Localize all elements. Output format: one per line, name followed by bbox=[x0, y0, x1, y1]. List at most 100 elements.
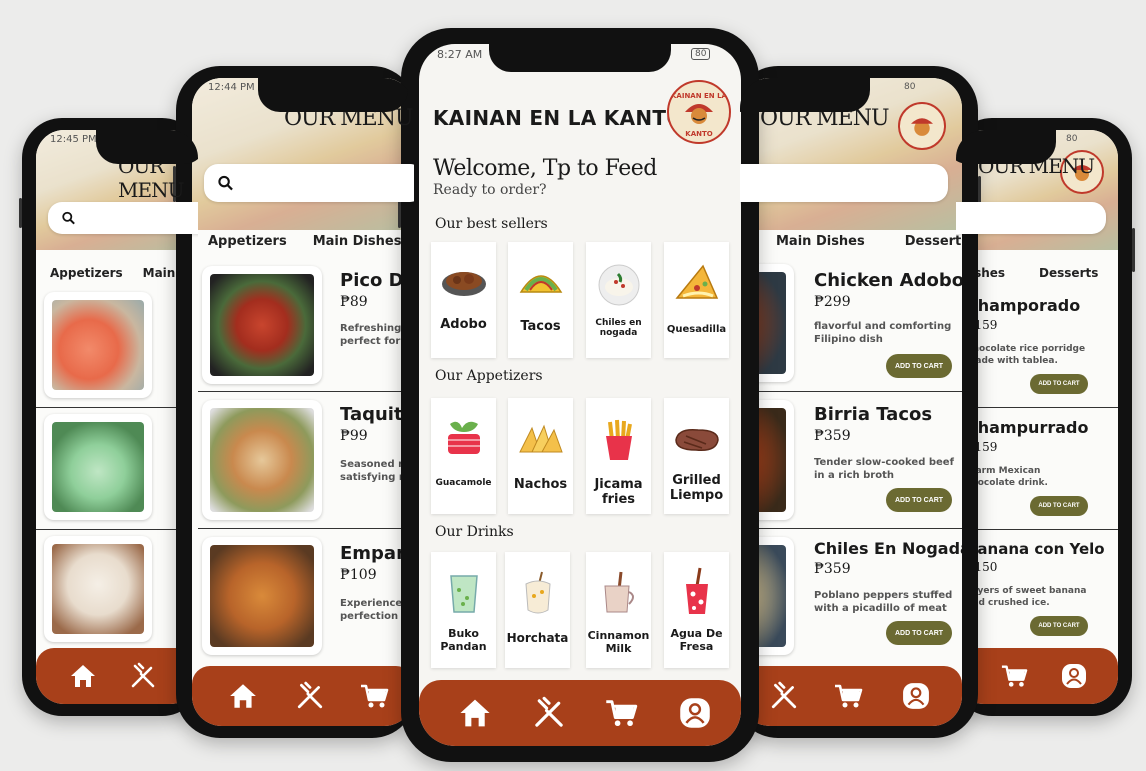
list-item[interactable]: Empanadas ₱109 Experience perfection wit… bbox=[198, 529, 414, 666]
status-time: 12:45 PM bbox=[50, 134, 97, 145]
item-description: Poblano peppers stuffed with a picadillo… bbox=[814, 590, 953, 614]
menu-card[interactable]: Guacamole bbox=[431, 398, 496, 514]
item-name: Champurrado bbox=[966, 418, 1089, 437]
card-label: Agua De Fresa bbox=[670, 627, 723, 653]
section-title: Our Appetizers bbox=[435, 368, 543, 384]
search-input[interactable] bbox=[956, 202, 1106, 234]
horchata-icon bbox=[524, 571, 551, 614]
utensils-icon[interactable] bbox=[769, 681, 799, 711]
food-photo bbox=[210, 545, 314, 647]
list-item[interactable]: Pico De Gallo ₱89 Refreshing and perfect… bbox=[198, 262, 414, 392]
add-to-cart-button[interactable]: ADD TO CART bbox=[1030, 496, 1088, 516]
menu-card[interactable]: Grilled Liempo bbox=[664, 398, 729, 514]
item-description: flavorful and comforting Filipino dish bbox=[814, 321, 952, 345]
menu-card[interactable]: Tacos bbox=[508, 242, 573, 358]
menu-card[interactable]: Jicama fries bbox=[586, 398, 651, 514]
tab-appetizers[interactable]: Appetizers bbox=[208, 234, 287, 249]
item-name: Birria Tacos bbox=[814, 404, 933, 425]
tab-main-dishes[interactable]: Main Dishes bbox=[313, 234, 402, 249]
tab-main-dishes[interactable]: Main Dishes bbox=[776, 234, 865, 249]
list-item[interactable]: Champorado ₱159 Chocolate rice porridge … bbox=[956, 286, 1118, 408]
phone-right: 80 OUR MENU Main Dishes Desserts Chicken… bbox=[734, 66, 981, 738]
item-price: ₱359 bbox=[814, 428, 851, 444]
profile-icon[interactable] bbox=[679, 697, 711, 729]
add-to-cart-button[interactable]: ADD TO CART bbox=[1030, 374, 1088, 394]
drink-photo bbox=[52, 300, 144, 390]
home-icon[interactable] bbox=[458, 697, 492, 729]
add-to-cart-button[interactable]: ADD TO CART bbox=[1030, 616, 1088, 636]
menu-card[interactable]: Quesadilla bbox=[664, 242, 729, 358]
drink-photo bbox=[52, 422, 144, 512]
quesadilla-icon bbox=[674, 264, 718, 299]
item-price: ₱109 bbox=[340, 567, 377, 583]
tab-desserts[interactable]: Desserts bbox=[1039, 266, 1098, 280]
cart-icon[interactable] bbox=[833, 682, 863, 710]
buko-pandan-icon bbox=[449, 575, 478, 613]
tab-appetizers[interactable]: Appetizers bbox=[50, 266, 123, 280]
list-item[interactable] bbox=[36, 290, 198, 408]
item-description: Tender slow-cooked beef in a rich broth bbox=[814, 457, 954, 481]
profile-icon[interactable] bbox=[902, 682, 930, 710]
menu-card[interactable]: Horchata bbox=[505, 552, 570, 668]
list-item[interactable] bbox=[36, 408, 198, 530]
cinnamon-milk-icon bbox=[603, 571, 634, 613]
tacos-icon bbox=[519, 275, 562, 293]
battery: 80 bbox=[691, 48, 711, 60]
utensils-icon[interactable] bbox=[295, 681, 325, 711]
item-description: Chocolate rice porridge made with tablea… bbox=[966, 344, 1086, 366]
card-label: Guacamole bbox=[435, 478, 492, 488]
list-item[interactable]: Chiles En Nogada ₱359 Poblano peppers st… bbox=[740, 529, 962, 666]
search-input[interactable] bbox=[204, 164, 414, 202]
menu-card[interactable]: Nachos bbox=[508, 398, 573, 514]
menu-card[interactable]: Adobo bbox=[431, 242, 496, 358]
menu-card[interactable]: Buko Pandan bbox=[431, 552, 496, 668]
card-label: Buko Pandan bbox=[440, 627, 487, 653]
agua-de-fresa-icon bbox=[685, 567, 708, 614]
cart-icon[interactable] bbox=[359, 682, 389, 710]
add-to-cart-button[interactable]: ADD TO CART bbox=[886, 488, 952, 512]
food-photo bbox=[210, 408, 314, 512]
phone-center: 8:27 AM 80 KAINAN EN LA KANTO KAINAN EN … bbox=[398, 28, 759, 762]
list-item[interactable] bbox=[36, 530, 198, 650]
menu-card[interactable]: Agua De Fresa bbox=[664, 552, 729, 668]
phone-far-left: 12:45 PM OUR MENU Appetizers Main Dishes bbox=[19, 118, 202, 716]
list-item[interactable]: Taquitos ₱99 Seasoned meat in a satisfyi… bbox=[198, 392, 414, 529]
item-name: Chicken Adobo bbox=[814, 270, 962, 291]
phone-far-right: 80 OUR MENU Dishes Desserts Champorado ₱… bbox=[952, 118, 1135, 716]
card-label: Horchata bbox=[506, 631, 569, 645]
utensils-icon[interactable] bbox=[532, 696, 566, 730]
card-label: Adobo bbox=[440, 317, 487, 332]
item-price: ₱299 bbox=[814, 294, 851, 310]
profile-icon[interactable] bbox=[1061, 663, 1087, 689]
chiles-icon bbox=[598, 264, 639, 306]
logo-text-top: KAINAN EN LA bbox=[671, 92, 728, 100]
home-icon[interactable] bbox=[228, 682, 258, 710]
search-input[interactable] bbox=[48, 202, 198, 234]
drink-photo bbox=[52, 544, 144, 634]
welcome-heading: Welcome, Tp to Feed bbox=[433, 156, 657, 181]
section-title: Our Drinks bbox=[435, 524, 514, 540]
battery: 80 bbox=[1066, 134, 1078, 144]
status-time: 12:44 PM bbox=[208, 82, 255, 93]
search-input[interactable] bbox=[740, 164, 948, 202]
list-item[interactable]: Chicken Adobo ₱299 flavorful and comfort… bbox=[740, 262, 962, 392]
cart-icon[interactable] bbox=[1000, 663, 1028, 689]
adobo-icon bbox=[441, 272, 486, 296]
menu-card[interactable]: Chiles en nogada bbox=[586, 242, 651, 358]
add-to-cart-button[interactable]: ADD TO CART bbox=[886, 621, 952, 645]
restaurant-logo bbox=[898, 102, 946, 150]
cart-icon[interactable] bbox=[604, 697, 638, 729]
list-item[interactable]: Champurrado ₱159 Warm Mexican chocolate … bbox=[956, 408, 1118, 530]
item-description: Warm Mexican chocolate drink. bbox=[966, 466, 1048, 488]
phone-left: 12:44 PM OUR MENU Appetizers Main Dishes… bbox=[173, 66, 416, 738]
tab-desserts[interactable]: Desserts bbox=[905, 234, 962, 249]
status-time: 8:27 AM bbox=[437, 48, 483, 61]
logo-text-bottom: KANTO bbox=[685, 130, 712, 138]
list-item[interactable]: Birria Tacos ₱359 Tender slow-cooked bee… bbox=[740, 392, 962, 529]
utensils-icon[interactable] bbox=[129, 662, 157, 690]
item-name: Chiles En Nogada bbox=[814, 539, 962, 558]
list-item[interactable]: Banana con Yelo ₱150 Layers of sweet ban… bbox=[956, 530, 1118, 650]
menu-card[interactable]: Cinnamon Milk bbox=[586, 552, 651, 668]
add-to-cart-button[interactable]: ADD TO CART bbox=[886, 354, 952, 378]
home-icon[interactable] bbox=[69, 663, 97, 689]
